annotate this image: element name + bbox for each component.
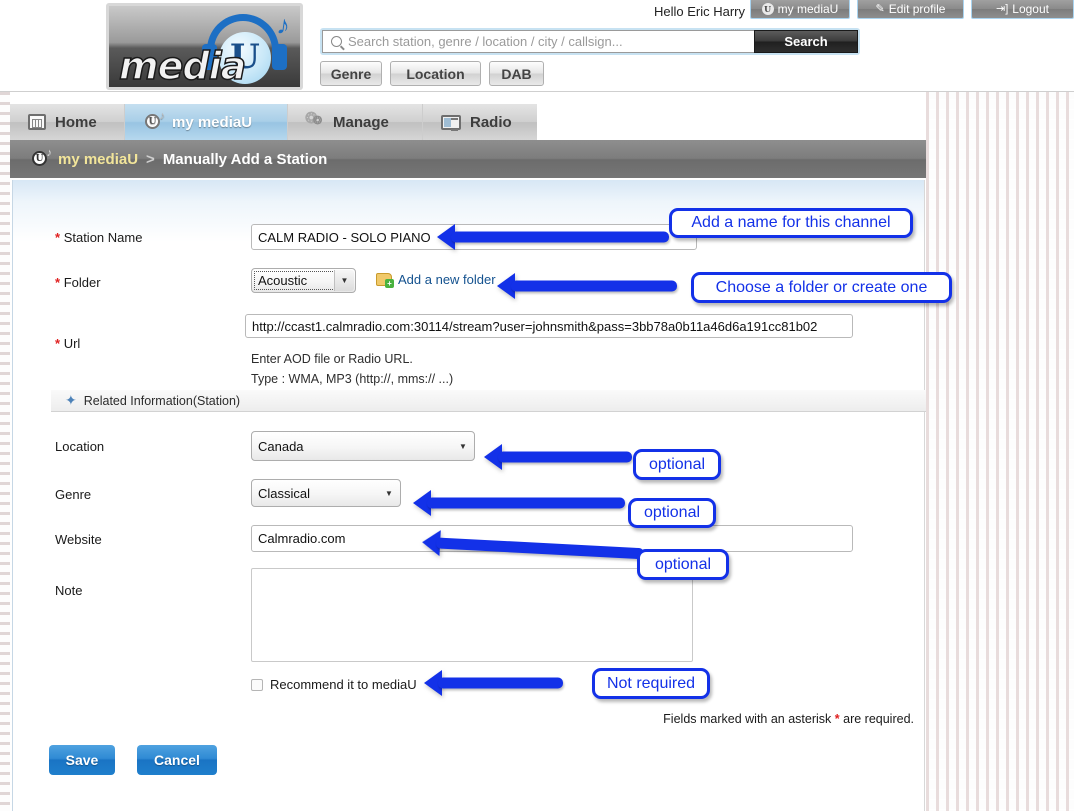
note-label: Note	[55, 583, 83, 598]
tab-manage[interactable]: Manage	[288, 104, 423, 140]
u-badge-icon: U ♪	[30, 147, 52, 168]
page-root: U media ♪ Hello Eric Harry U my mediaU ✎…	[0, 0, 1074, 811]
breadcrumb-current: Manually Add a Station	[162, 150, 328, 168]
site-header: U media ♪ Hello Eric Harry U my mediaU ✎…	[0, 0, 1074, 92]
logo-wordmark: media	[118, 43, 247, 88]
chevron-down-icon: ▼	[459, 441, 467, 451]
quick-button-location[interactable]: Location	[390, 61, 481, 86]
annotation-arrow-folder	[497, 273, 677, 299]
tab-my-mediau[interactable]: U ♪ my mediaU	[125, 104, 288, 140]
quick-button-genre[interactable]: Genre	[320, 61, 382, 86]
required-fields-note: Fields marked with an asterisk * are req…	[663, 712, 914, 726]
required-asterisk: *	[55, 336, 61, 351]
gear-icon	[305, 109, 324, 130]
cancel-button[interactable]: Cancel	[137, 745, 217, 775]
required-fields-note-pre: Fields marked with an asterisk	[663, 712, 835, 726]
page-background-left-strip	[0, 92, 10, 811]
annotation-callout-location: optional	[633, 449, 721, 480]
recommend-checkbox[interactable]	[251, 678, 263, 691]
annotation-callout-genre: optional	[628, 498, 716, 528]
location-select[interactable]: Canada ▼	[251, 431, 475, 461]
recommend-checkbox-row[interactable]: Recommend it to mediaU	[251, 677, 417, 692]
tab-home-label: Home	[55, 113, 97, 131]
header-button-my-mediau[interactable]: U my mediaU	[750, 0, 850, 19]
u-badge-icon: U	[761, 3, 774, 15]
annotation-callout-folder: Choose a folder or create one	[691, 272, 952, 303]
music-note-icon: ♪	[275, 9, 293, 41]
tab-home[interactable]: Home	[10, 104, 125, 140]
annotation-arrow-recommend	[424, 670, 563, 696]
folder-select[interactable]: Acoustic ▼	[251, 268, 356, 293]
station-name-label: * Station Name	[55, 230, 142, 245]
folder-label: * Folder	[55, 275, 101, 290]
u-badge-icon: U ♪	[143, 110, 165, 131]
required-asterisk: *	[55, 230, 61, 245]
header-button-edit-profile[interactable]: ✎ Edit profile	[857, 0, 964, 19]
pencil-icon: ✎	[875, 2, 885, 15]
url-input[interactable]: http://ccast1.calmradio.com:30114/stream…	[245, 314, 853, 338]
add-new-folder-link[interactable]: + Add a new folder	[376, 272, 496, 288]
breadcrumb-separator: >	[146, 150, 155, 168]
quick-button-dab[interactable]: DAB	[489, 61, 544, 86]
required-fields-note-post: are required.	[839, 712, 914, 726]
chevron-down-icon: ▼	[334, 270, 354, 291]
search-placeholder: Search station, genre / location / city …	[348, 34, 623, 49]
breadcrumb: U ♪ my mediaU > Manually Add a Station	[10, 140, 926, 178]
annotation-callout-station-name: Add a name for this channel	[669, 208, 913, 238]
folder-label-text: Folder	[63, 275, 101, 290]
header-button-logout[interactable]: ⇥] Logout	[971, 0, 1074, 19]
folder-add-icon: +	[376, 273, 394, 288]
blue-star-icon: ✦	[65, 392, 77, 408]
tab-radio[interactable]: Radio	[423, 104, 537, 140]
url-hint-line-2: Type : WMA, MP3 (http://, mms:// ...)	[251, 372, 454, 386]
url-label: * Url	[55, 336, 80, 351]
breadcrumb-root-link[interactable]: my mediaU	[58, 151, 138, 168]
annotation-arrow-location	[484, 444, 632, 470]
page-background-pattern	[926, 0, 1074, 811]
add-new-folder-label: Add a new folder	[398, 272, 496, 287]
radio-icon	[441, 114, 461, 131]
greeting-text: Hello Eric Harry	[653, 4, 745, 19]
related-information-title: Related Information(Station)	[83, 393, 241, 408]
genre-select[interactable]: Classical ▼	[251, 479, 401, 507]
header-button-edit-profile-label: Edit profile	[888, 2, 946, 16]
save-button[interactable]: Save	[49, 745, 115, 775]
logout-icon: ⇥]	[996, 2, 1009, 15]
home-icon	[28, 114, 46, 130]
url-hint-line-1: Enter AOD file or Radio URL.	[251, 352, 413, 366]
genre-label: Genre	[55, 487, 92, 502]
required-asterisk: *	[55, 275, 61, 290]
location-label: Location	[55, 439, 105, 454]
station-name-label-text: Station Name	[63, 230, 143, 245]
url-label-text: Url	[63, 336, 81, 351]
search-bar: Search station, genre / location / city …	[320, 28, 860, 55]
tab-manage-label: Manage	[333, 113, 389, 131]
headphone-earcup-right-icon	[272, 44, 287, 70]
related-information-section-header: ✦ Related Information(Station)	[51, 390, 926, 412]
genre-select-value: Classical	[258, 485, 311, 501]
chevron-down-icon: ▼	[385, 488, 393, 498]
tab-radio-label: Radio	[470, 113, 512, 131]
mediau-logo[interactable]: U media ♪	[106, 3, 303, 90]
header-button-my-mediau-label: my mediaU	[777, 2, 839, 16]
annotation-arrow-station-name	[437, 224, 669, 250]
search-input[interactable]: Search station, genre / location / city …	[322, 30, 754, 53]
location-select-value: Canada	[258, 438, 304, 454]
website-label: Website	[55, 532, 102, 547]
main-navigation: Home U♪ my mediaU Manage Radio	[10, 104, 926, 140]
search-button[interactable]: Search	[754, 30, 858, 53]
annotation-arrow-genre	[413, 490, 625, 516]
annotation-callout-recommend: Not required	[592, 668, 710, 699]
header-button-logout-label: Logout	[1012, 2, 1049, 16]
folder-select-value: Acoustic	[258, 273, 308, 288]
note-textarea[interactable]	[251, 568, 693, 662]
recommend-checkbox-label: Recommend it to mediaU	[270, 677, 417, 692]
search-icon	[331, 36, 342, 47]
tab-my-mediau-label: my mediaU	[172, 113, 253, 131]
annotation-callout-website: optional	[637, 549, 729, 580]
